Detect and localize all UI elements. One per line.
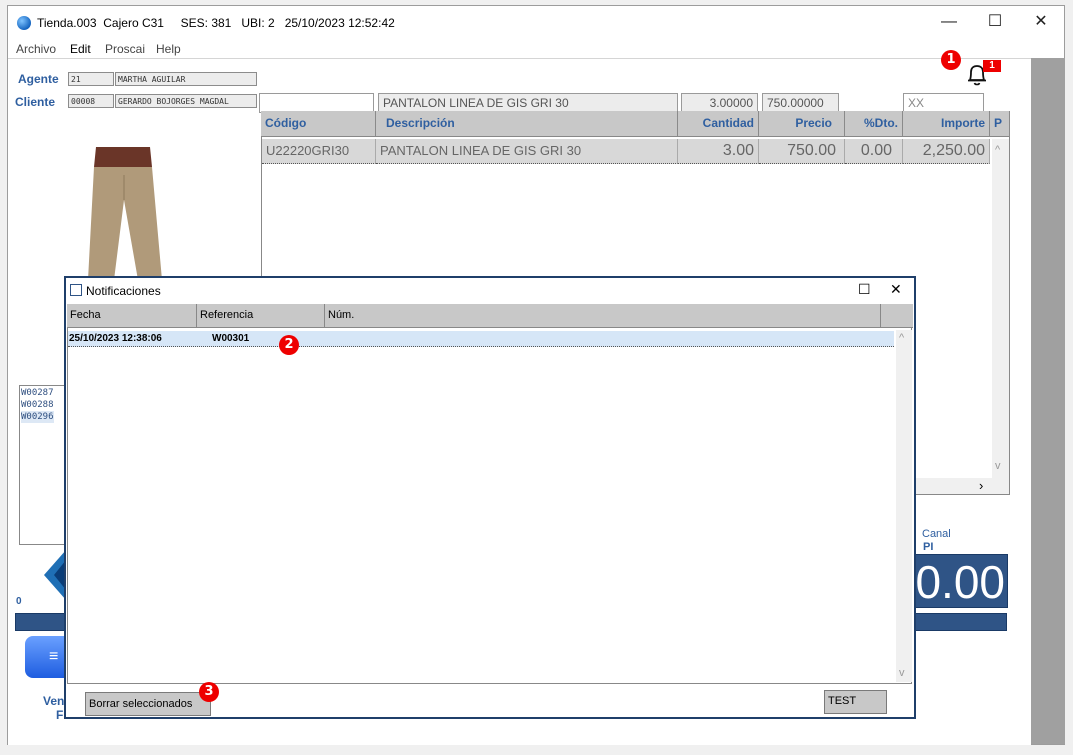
minimize-button[interactable]: — [926, 6, 972, 38]
callout-badge-1: 1 [941, 50, 961, 70]
callout-badge-2: 2 [279, 335, 299, 355]
notif-cell-fecha: 25/10/2023 12:38:06 [69, 333, 162, 344]
notifications-title: Notificaciones [86, 284, 161, 298]
canal-label: Canal [922, 528, 951, 540]
notifications-grid [67, 304, 912, 684]
grid-cell-codigo[interactable]: U22220GRI30 [262, 139, 376, 164]
menu-bar: Archivo Edit Proscai Help [8, 39, 1064, 59]
notif-header-referencia[interactable]: Referencia [197, 304, 325, 328]
notifications-vscrollbar[interactable] [896, 330, 912, 682]
callout-badge-3: 3 [199, 682, 219, 702]
window-icon [70, 284, 82, 296]
menu-proscai[interactable]: Proscai [105, 42, 145, 56]
quantity-field[interactable]: 3.00000 [681, 93, 758, 113]
left-blue-bar [15, 613, 65, 631]
notif-header-fecha[interactable]: Fecha [67, 304, 197, 328]
chevron-down-icon[interactable]: v [899, 667, 905, 679]
notifications-dialog: Notificaciones ☐ ✕ Fecha Referencia Núm.… [64, 276, 916, 719]
code-input[interactable] [259, 93, 374, 113]
table-row[interactable] [68, 331, 894, 347]
description-field[interactable]: PANTALON LINEA DE GIS GRI 30 [378, 93, 678, 113]
grid-cell-importe[interactable]: 2,250.00 [903, 139, 990, 164]
ven-label: Ven [43, 694, 65, 708]
canal-value: PI [923, 541, 934, 553]
close-button[interactable]: ✕ [1018, 6, 1064, 38]
title-bar[interactable]: Tienda.003 Cajero C31 SES: 381 UBI: 2 25… [8, 6, 1064, 38]
f-label: F [56, 708, 64, 722]
menu-archivo[interactable]: Archivo [16, 42, 56, 56]
notifications-maximize-button[interactable]: ☐ [858, 281, 871, 298]
right-gray-panel [1031, 58, 1065, 744]
grid-vscrollbar[interactable] [992, 139, 1009, 479]
menu-help[interactable]: Help [156, 42, 181, 56]
grid-cell-cantidad[interactable]: 3.00 [678, 139, 759, 164]
total-display: 0.00 [914, 554, 1008, 608]
agent-name-field[interactable]: MARTHA AGUILAR [115, 72, 257, 86]
extra-field[interactable]: XX [903, 93, 984, 113]
chevron-up-icon[interactable]: ^ [995, 144, 1000, 156]
agent-label: Agente [18, 72, 59, 86]
client-name-field[interactable]: GERARDO BOJORGES MAGDAL [115, 94, 257, 108]
chevron-up-icon[interactable]: ^ [899, 332, 904, 344]
price-field[interactable]: 750.00000 [762, 93, 839, 113]
left-zero-label: 0 [16, 596, 22, 607]
grid-header-codigo[interactable]: Código [261, 111, 376, 137]
left-action-button[interactable] [25, 636, 65, 678]
agent-code-field[interactable]: 21 [68, 72, 114, 86]
client-code-field[interactable]: 00008 [68, 94, 114, 108]
notif-header-filler [881, 304, 913, 328]
grid-cell-descripcion[interactable]: PANTALON LINEA DE GIS GRI 30 [376, 139, 678, 164]
globe-icon [17, 16, 31, 30]
list-item[interactable]: W00287 [21, 387, 54, 399]
list-icon: ≡ [49, 648, 59, 665]
grid-header-p[interactable]: P [990, 111, 1010, 137]
grid-header-descripcion[interactable]: Descripción [376, 111, 678, 137]
list-item[interactable]: W00296 [21, 411, 54, 423]
right-blue-bar [914, 613, 1007, 631]
logo-icon [44, 550, 66, 600]
product-image [88, 147, 162, 280]
left-list-items: W00287 W00288 W00296 [21, 387, 54, 423]
client-label: Cliente [15, 95, 56, 109]
notifications-close-button[interactable]: ✕ [890, 281, 902, 298]
grid-cell-dto[interactable]: 0.00 [845, 139, 903, 164]
list-item[interactable]: W00288 [21, 399, 54, 411]
chevron-right-icon[interactable]: › [979, 478, 983, 493]
grid-header-precio[interactable]: Precio [759, 111, 845, 137]
test-button[interactable]: TEST [824, 690, 887, 714]
grid-header-cantidad[interactable]: Cantidad [678, 111, 759, 137]
grid-header-dto[interactable]: %Dto. [845, 111, 903, 137]
grid-hscrollbar[interactable] [916, 478, 1009, 494]
notif-cell-referencia: W00301 [212, 333, 250, 344]
chevron-down-icon[interactable]: v [995, 460, 1001, 472]
notification-count-badge: 1 [983, 60, 1001, 72]
delete-selected-button[interactable]: Borrar seleccionados [85, 692, 211, 716]
grid-header-importe[interactable]: Importe [903, 111, 990, 137]
maximize-button[interactable]: ☐ [972, 6, 1018, 38]
grid-cell-precio[interactable]: 750.00 [759, 139, 845, 164]
window-title: Tienda.003 Cajero C31 SES: 381 UBI: 2 25… [37, 16, 395, 30]
notifications-title-bar[interactable]: Notificaciones ☐ ✕ [66, 278, 914, 302]
menu-edit[interactable]: Edit [70, 42, 91, 56]
notif-header-num[interactable]: Núm. [325, 304, 881, 328]
